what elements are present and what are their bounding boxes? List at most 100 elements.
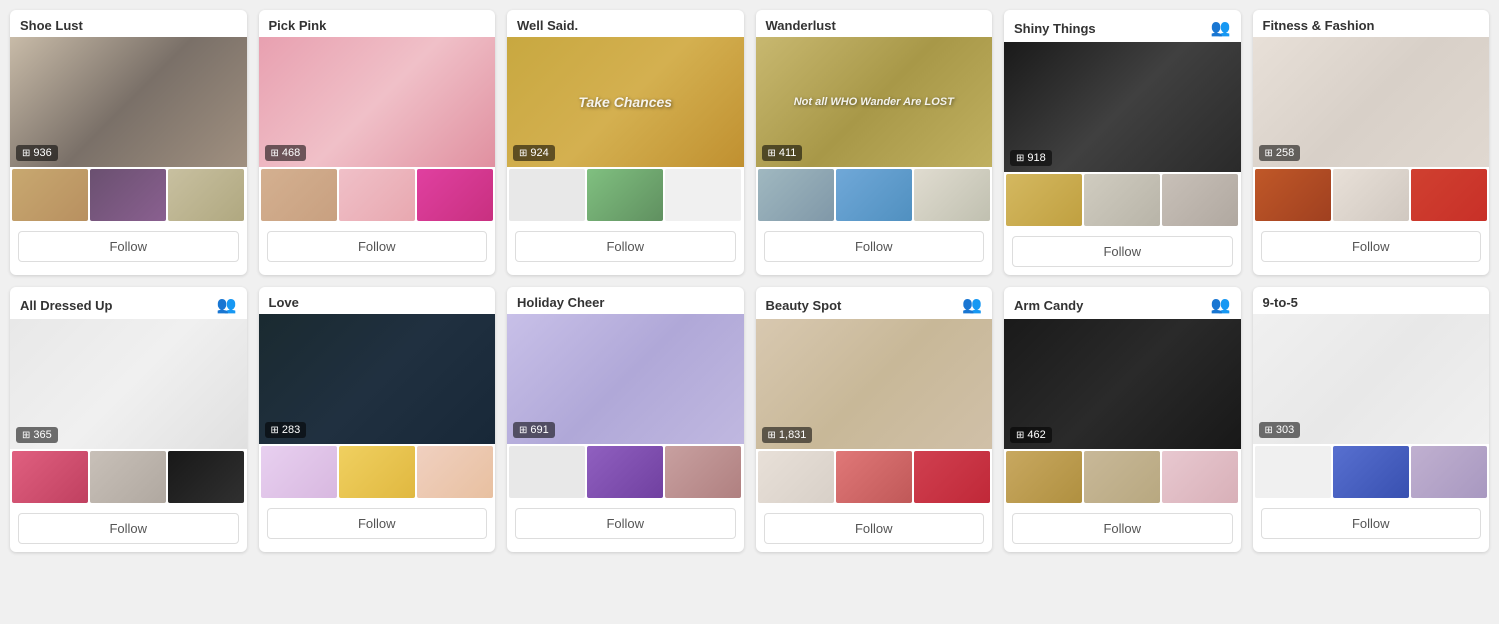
thumbnail-row: [756, 167, 993, 223]
thumbnail-3: [168, 169, 244, 221]
group-icon: 👥: [1211, 295, 1231, 315]
follow-button-arm-candy[interactable]: Follow: [1012, 513, 1233, 544]
follow-button-all-dressed-up[interactable]: Follow: [18, 513, 239, 544]
board-title: Wanderlust: [766, 18, 836, 33]
thumbnail-row: [1004, 172, 1241, 228]
card-header: Well Said.: [507, 10, 744, 37]
card-header: All Dressed Up👥: [10, 287, 247, 319]
thumbnail-2: [339, 169, 415, 221]
board-card-fitness-fashion: Fitness & Fashion 258 Follow: [1253, 10, 1490, 275]
board-card-beauty-spot: Beauty Spot 👥 1,831 Follow: [756, 287, 993, 552]
board-title: Arm Candy: [1014, 298, 1083, 313]
thumbnail-3: [914, 451, 990, 503]
card-header: Shoe Lust: [10, 10, 247, 37]
board-title: Fitness & Fashion: [1263, 18, 1375, 33]
board-title: 9-to-5: [1263, 295, 1298, 310]
follow-button-9-to-5[interactable]: Follow: [1261, 508, 1482, 539]
thumbnail-1: [1006, 174, 1082, 226]
thumbnail-row: [507, 444, 744, 500]
group-icon: 👥: [962, 295, 982, 315]
main-image-wrap: 283: [259, 314, 496, 444]
thumbnail-row: [10, 167, 247, 223]
thumbnail-3: [914, 169, 990, 221]
board-title: Holiday Cheer: [517, 295, 604, 310]
thumbnail-row: [507, 167, 744, 223]
board-card-pick-pink: Pick Pink 468 Follow: [259, 10, 496, 275]
thumbnail-1: [509, 446, 585, 498]
group-icon: 👥: [1211, 18, 1231, 38]
pin-count: 468: [265, 145, 307, 161]
card-header: Pick Pink: [259, 10, 496, 37]
follow-button-fitness-fashion[interactable]: Follow: [1261, 231, 1482, 262]
board-card-wanderlust: WanderlustNot all WHO Wander Are LOST411…: [756, 10, 993, 275]
follow-button-pick-pink[interactable]: Follow: [267, 231, 488, 262]
pin-count: 918: [1010, 150, 1052, 166]
thumbnail-2: [1333, 169, 1409, 221]
thumbnail-row: [756, 449, 993, 505]
card-header: Fitness & Fashion: [1253, 10, 1490, 37]
board-title: Shiny Things: [1014, 21, 1096, 36]
main-image-wrap: 918: [1004, 42, 1241, 172]
thumbnail-3: [1162, 174, 1238, 226]
follow-button-well-said[interactable]: Follow: [515, 231, 736, 262]
main-image-wrap: 303: [1253, 314, 1490, 444]
pin-count: 691: [513, 422, 555, 438]
card-header: 9-to-5: [1253, 287, 1490, 314]
thumbnail-1: [261, 446, 337, 498]
follow-button-shoe-lust[interactable]: Follow: [18, 231, 239, 262]
thumbnail-1: [1255, 169, 1331, 221]
thumbnail-2: [1084, 451, 1160, 503]
thumbnail-3: [665, 169, 741, 221]
board-card-9-to-5: 9-to-5 303 Follow: [1253, 287, 1490, 552]
main-image-wrap: 1,831: [756, 319, 993, 449]
main-image-wrap: 468: [259, 37, 496, 167]
follow-button-shiny-things[interactable]: Follow: [1012, 236, 1233, 267]
follow-button-beauty-spot[interactable]: Follow: [764, 513, 985, 544]
pin-count: 258: [1259, 145, 1301, 161]
main-image-wrap: 365: [10, 319, 247, 449]
pin-count: 462: [1010, 427, 1052, 443]
board-title: Love: [269, 295, 299, 310]
board-card-well-said: Well Said.Take Chances924Follow: [507, 10, 744, 275]
thumbnail-row: [259, 444, 496, 500]
thumbnail-1: [1006, 451, 1082, 503]
thumbnail-2: [836, 451, 912, 503]
card-header: Beauty Spot 👥: [756, 287, 993, 319]
thumbnail-1: [758, 451, 834, 503]
thumbnail-row: [259, 167, 496, 223]
thumbnail-2: [90, 169, 166, 221]
main-image-wrap: 462: [1004, 319, 1241, 449]
thumbnail-1: [12, 169, 88, 221]
pin-count: 936: [16, 145, 58, 161]
main-image-wrap: 258: [1253, 37, 1490, 167]
thumbnail-1: [758, 169, 834, 221]
follow-button-holiday-cheer[interactable]: Follow: [515, 508, 736, 539]
board-card-shiny-things: Shiny Things 👥 918 Follow: [1004, 10, 1241, 275]
thumbnail-1: [261, 169, 337, 221]
thumbnail-row: [10, 449, 247, 505]
board-card-arm-candy: Arm Candy 👥 462 Follow: [1004, 287, 1241, 552]
thumbnail-1: [12, 451, 88, 503]
thumbnail-2: [339, 446, 415, 498]
thumbnail-row: [1253, 167, 1490, 223]
pin-count: 411: [762, 145, 803, 161]
thumbnail-1: [1255, 446, 1331, 498]
thumbnail-3: [168, 451, 244, 503]
boards-grid: Shoe Lust936FollowPick Pink468FollowWell…: [10, 10, 1489, 552]
card-header: Arm Candy 👥: [1004, 287, 1241, 319]
thumbnail-3: [1411, 446, 1487, 498]
pin-count: 365: [16, 427, 58, 443]
board-card-holiday-cheer: Holiday Cheer 691 Follow: [507, 287, 744, 552]
main-image-wrap: 936: [10, 37, 247, 167]
follow-button-wanderlust[interactable]: Follow: [764, 231, 985, 262]
follow-button-love[interactable]: Follow: [267, 508, 488, 539]
card-header: Holiday Cheer: [507, 287, 744, 314]
board-card-all-dressed-up: All Dressed Up👥 365 Follow: [10, 287, 247, 552]
thumbnail-row: [1253, 444, 1490, 500]
board-title: All Dressed Up: [20, 298, 112, 313]
pin-count: 1,831: [762, 427, 813, 443]
card-header: Wanderlust: [756, 10, 993, 37]
board-title: Beauty Spot: [766, 298, 842, 313]
thumbnail-2: [90, 451, 166, 503]
thumbnail-1: [509, 169, 585, 221]
